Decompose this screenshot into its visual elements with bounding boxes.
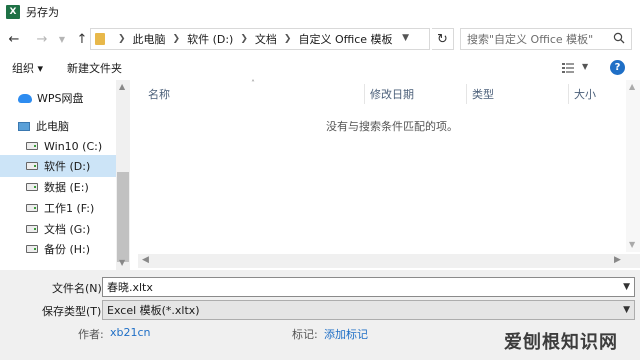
- help-icon[interactable]: ?: [610, 60, 625, 75]
- refresh-icon[interactable]: ↻: [432, 28, 454, 50]
- filetype-value: Excel 模板(*.xltx): [107, 304, 200, 317]
- scroll-left-icon[interactable]: ◀: [142, 255, 149, 265]
- sort-indicator-icon: ˄: [251, 79, 255, 88]
- file-list-vertical-scrollbar[interactable]: ▲ ▼: [626, 80, 640, 252]
- column-header-date-modified[interactable]: 修改日期: [370, 84, 414, 104]
- forward-arrow-icon[interactable]: →: [32, 29, 52, 49]
- sidebar-item-this-pc[interactable]: 此电脑: [0, 115, 116, 137]
- address-bar[interactable]: ❯ 此电脑 ❯ 软件 (D:) ❯ 文档 ❯ 自定义 Office 模板 ▼: [90, 28, 430, 50]
- sidebar-item-label: 此电脑: [36, 120, 69, 133]
- navigation-bar: ← → ▼ ↑ ❯ 此电脑 ❯ 软件 (D:) ❯ 文档 ❯ 自定义 Offic…: [0, 24, 640, 54]
- sidebar-item-drive-e[interactable]: 数据 (E:): [0, 176, 116, 198]
- drive-icon: [26, 204, 38, 212]
- recent-dropdown-icon[interactable]: ▼: [52, 29, 72, 49]
- scroll-up-icon[interactable]: ▲: [119, 82, 125, 91]
- view-dropdown-icon[interactable]: ▼: [582, 62, 588, 71]
- navigation-pane: WPS网盘 此电脑 Win10 (C:) 软件 (D:) 数据 (E:) 工作1…: [0, 80, 130, 270]
- add-tags-link[interactable]: 添加标记: [324, 326, 368, 342]
- breadcrumb-separator: ❯: [172, 34, 181, 44]
- drive-icon: [26, 162, 38, 170]
- scroll-up-icon[interactable]: ▲: [629, 82, 635, 91]
- address-dropdown-icon[interactable]: ▼: [402, 33, 409, 43]
- search-input[interactable]: 搜索"自定义 Office 模板": [460, 28, 632, 50]
- breadcrumb-separator: ❯: [240, 34, 248, 44]
- drive-icon: [26, 183, 38, 191]
- tags-label: 标记:: [292, 328, 318, 341]
- filetype-select[interactable]: Excel 模板(*.xltx) ▼: [102, 300, 635, 320]
- filetype-dropdown-icon[interactable]: ▼: [623, 305, 630, 315]
- scroll-down-icon[interactable]: ▼: [119, 258, 125, 267]
- filename-label: 文件名(N):: [52, 282, 106, 295]
- breadcrumb-office-templates[interactable]: 自定义 Office 模板: [298, 31, 392, 47]
- sidebar-item-label: 备份 (H:): [44, 243, 91, 256]
- breadcrumb-separator: ❯: [118, 34, 126, 44]
- scroll-right-icon[interactable]: ▶: [614, 255, 621, 265]
- file-list[interactable]: ˄ 名称 修改日期 类型 大小 没有与搜索条件匹配的项。 ▲ ▼ ◀ ▶: [138, 79, 640, 270]
- sidebar-scroll-thumb[interactable]: [117, 172, 129, 262]
- column-divider[interactable]: [568, 84, 569, 104]
- sidebar-item-label: Win10 (C:): [44, 139, 103, 153]
- sidebar-item-drive-c[interactable]: Win10 (C:): [0, 135, 116, 157]
- breadcrumb-documents[interactable]: 文档: [255, 31, 277, 47]
- scroll-down-icon[interactable]: ▼: [629, 240, 635, 249]
- view-options-icon[interactable]: [562, 62, 576, 74]
- cloud-icon: [18, 93, 32, 103]
- sidebar-item-label: 数据 (E:): [44, 181, 89, 194]
- back-arrow-icon[interactable]: ←: [4, 29, 24, 49]
- sidebar-item-label: 文档 (G:): [44, 223, 91, 236]
- search-icon[interactable]: [613, 32, 625, 44]
- title-bar: X 另存为: [0, 0, 640, 24]
- filename-field[interactable]: 春晓.xltx ▼: [102, 277, 635, 297]
- watermark: 爱刨根知识网: [504, 332, 618, 353]
- filename-value: 春晓.xltx: [107, 281, 153, 294]
- sidebar-item-drive-f[interactable]: 工作1 (F:): [0, 197, 116, 219]
- column-header-type[interactable]: 类型: [472, 84, 494, 104]
- sidebar-item-drive-d[interactable]: 软件 (D:): [0, 155, 116, 177]
- sidebar-item-label: 软件 (D:): [44, 160, 91, 173]
- column-header-size[interactable]: 大小: [574, 84, 596, 104]
- file-list-horizontal-scrollbar[interactable]: ◀ ▶: [138, 254, 640, 268]
- breadcrumb-drive-d[interactable]: 软件 (D:): [187, 31, 233, 47]
- window-title: 另存为: [26, 6, 59, 19]
- author-label: 作者:: [78, 328, 104, 341]
- search-placeholder: 搜索"自定义 Office 模板": [467, 33, 594, 46]
- computer-icon: [18, 121, 30, 131]
- sidebar-item-wps-cloud[interactable]: WPS网盘: [0, 87, 116, 109]
- filetype-label: 保存类型(T):: [42, 305, 106, 318]
- sidebar-item-drive-g[interactable]: 文档 (G:): [0, 218, 116, 240]
- folder-icon: [95, 33, 105, 45]
- sidebar-scrollbar[interactable]: ▲ ▼: [116, 80, 130, 270]
- up-arrow-icon[interactable]: ↑: [72, 29, 92, 49]
- organize-button[interactable]: 组织 ▾: [12, 60, 43, 76]
- command-toolbar: 组织 ▾ 新建文件夹 ▼ ?: [0, 56, 640, 80]
- drive-icon: [26, 142, 38, 150]
- column-divider[interactable]: [364, 84, 365, 104]
- column-header-name[interactable]: 名称: [148, 84, 170, 104]
- breadcrumb-this-pc[interactable]: 此电脑: [133, 31, 166, 47]
- sidebar-item-label: WPS网盘: [37, 92, 84, 105]
- drive-icon: [26, 225, 38, 233]
- sidebar-item-drive-h[interactable]: 备份 (H:): [0, 238, 116, 260]
- author-field[interactable]: xb21cn: [110, 326, 151, 339]
- breadcrumb-separator: ❯: [283, 34, 292, 44]
- filename-dropdown-icon[interactable]: ▼: [623, 282, 630, 292]
- excel-app-icon: X: [6, 5, 20, 19]
- new-folder-button[interactable]: 新建文件夹: [67, 60, 122, 76]
- column-divider[interactable]: [466, 84, 467, 104]
- drive-icon: [26, 245, 38, 253]
- sidebar-item-label: 工作1 (F:): [44, 202, 95, 215]
- empty-list-message: 没有与搜索条件匹配的项。: [326, 120, 458, 133]
